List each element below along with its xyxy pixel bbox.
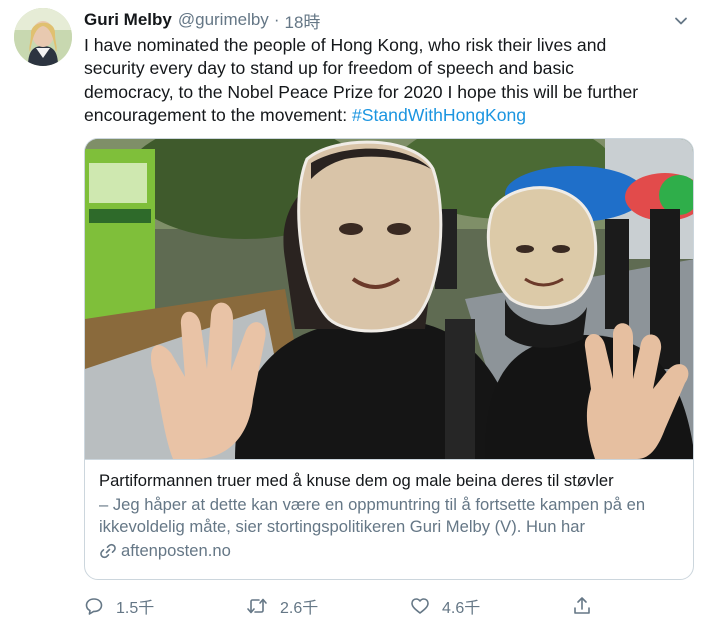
like-count: 4.6千 — [442, 600, 481, 617]
card-description: – Jeg håper at dette kan være en oppmunt… — [99, 495, 646, 536]
avatar[interactable] — [14, 8, 72, 66]
tweet-actions: 1.5千 2.6千 4.6千 — [84, 592, 604, 620]
author-handle[interactable]: @gurimelby — [178, 10, 269, 30]
card-domain-text: aftenposten.no — [121, 541, 231, 560]
reply-button[interactable]: 1.5千 — [84, 592, 154, 620]
separator-dot: · — [273, 10, 280, 29]
tweet-text: I have nominated the people of Hong Kong… — [84, 34, 696, 128]
tweet-timestamp[interactable]: 18時 — [284, 8, 320, 33]
card-body: Partiformannen truer med å knuse dem og … — [85, 459, 693, 562]
tweet-header: Guri Melby @gurimelby · 18時 — [84, 8, 692, 32]
link-icon — [100, 543, 116, 559]
chevron-down-icon — [675, 17, 687, 25]
reply-count: 1.5千 — [116, 600, 155, 617]
more-options-button[interactable] — [670, 10, 692, 32]
heart-icon — [411, 598, 429, 614]
reply-icon — [85, 598, 103, 615]
card-image — [85, 139, 693, 459]
author-name[interactable]: Guri Melby — [84, 10, 172, 30]
link-card[interactable]: Partiformannen truer med å knuse dem og … — [84, 138, 694, 580]
card-title[interactable]: Partiformannen truer med å knuse dem og … — [99, 470, 681, 492]
card-domain: aftenposten.no — [99, 540, 681, 562]
share-button[interactable] — [572, 592, 604, 620]
retweet-icon — [247, 598, 267, 614]
like-button[interactable]: 4.6千 — [410, 592, 480, 620]
retweet-count: 2.6千 — [280, 600, 319, 617]
retweet-button[interactable]: 2.6千 — [246, 592, 318, 620]
share-icon — [574, 597, 590, 614]
hashtag-link[interactable]: #StandWithHongKong — [352, 105, 526, 125]
